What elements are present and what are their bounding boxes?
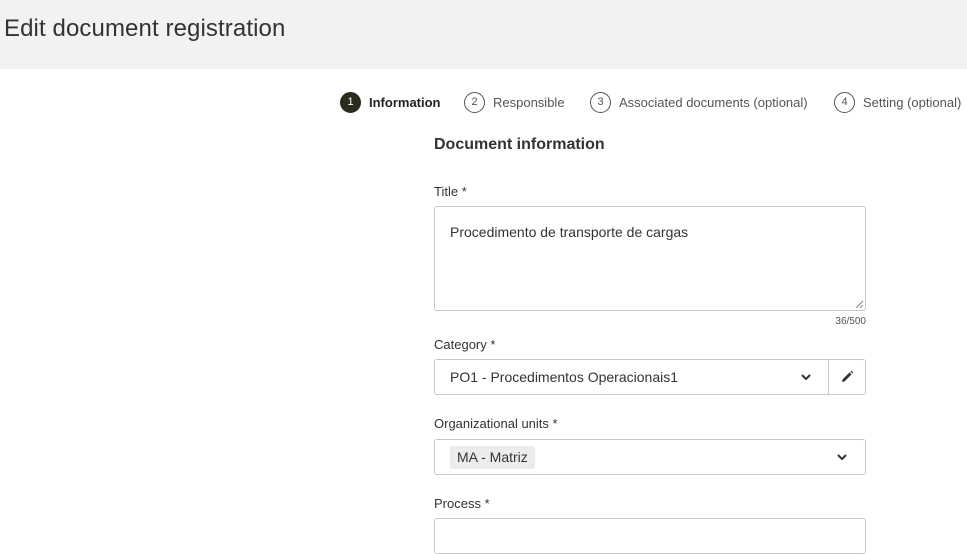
- title-textarea[interactable]: [435, 207, 865, 310]
- chevron-down-icon[interactable]: [835, 450, 849, 464]
- step-associated-documents[interactable]: 3 Associated documents (optional): [590, 91, 808, 113]
- title-textarea-container: [434, 206, 866, 311]
- page-title: Edit document registration: [4, 15, 286, 42]
- page-header: Edit document registration: [0, 0, 967, 69]
- step-number-4: 4: [834, 91, 855, 113]
- process-label: Process *: [434, 496, 490, 511]
- step-information[interactable]: 1 Information: [340, 91, 441, 113]
- step-responsible[interactable]: 2 Responsible: [464, 91, 565, 113]
- step-label-associated-documents: Associated documents (optional): [619, 94, 808, 110]
- step-label-setting: Setting (optional): [863, 94, 962, 110]
- pencil-icon: [842, 370, 854, 382]
- step-number-2: 2: [464, 91, 485, 113]
- category-value: PO1 - Procedimentos Operacionais1: [450, 369, 678, 385]
- org-units-select[interactable]: MA - Matriz: [434, 439, 866, 475]
- step-setting[interactable]: 4 Setting (optional): [834, 91, 961, 113]
- chevron-down-icon[interactable]: [799, 370, 813, 384]
- org-unit-chip[interactable]: MA - Matriz: [450, 446, 535, 469]
- title-label: Title *: [434, 184, 467, 199]
- section-title: Document information: [434, 136, 605, 153]
- step-number-3: 3: [590, 91, 611, 113]
- org-units-label: Organizational units *: [434, 416, 558, 431]
- resize-grip-icon[interactable]: [855, 300, 864, 309]
- process-select[interactable]: [434, 518, 866, 554]
- step-label-responsible: Responsible: [493, 94, 565, 110]
- character-counter: 36/500: [835, 316, 866, 327]
- category-label: Category *: [434, 337, 496, 352]
- edit-category-button[interactable]: [828, 360, 865, 394]
- category-select[interactable]: PO1 - Procedimentos Operacionais1: [434, 359, 866, 395]
- step-label-information: Information: [369, 94, 441, 110]
- step-number-1: 1: [340, 91, 361, 113]
